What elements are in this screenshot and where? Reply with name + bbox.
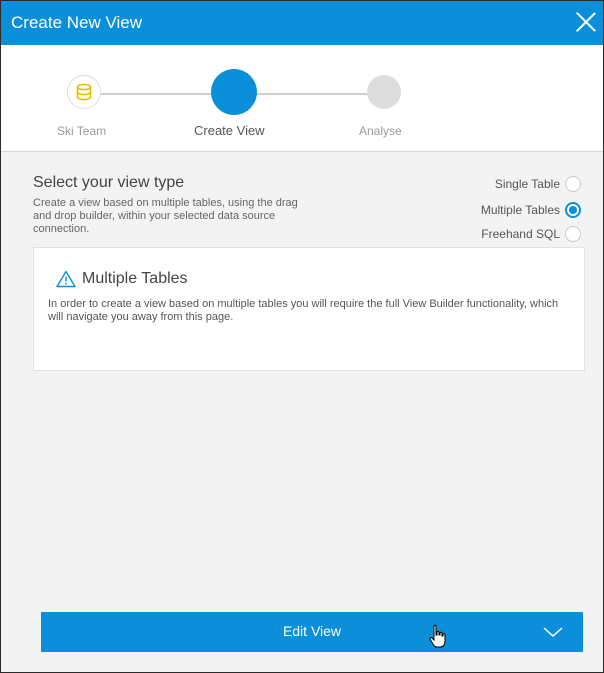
option-multiple-tables[interactable]: Multiple Tables — [481, 202, 581, 218]
progress-stepper: Ski Team Create View Analyse — [1, 45, 603, 152]
hand-cursor-icon — [429, 624, 446, 648]
view-type-heading: Select your view type — [33, 174, 185, 191]
stepper-connector — [257, 93, 367, 95]
step-label-ski-team: Ski Team — [57, 124, 107, 138]
edit-view-button[interactable]: Edit View — [41, 612, 583, 652]
dialog-title: Create New View — [11, 13, 143, 32]
dialog-titlebar: Create New View — [1, 1, 603, 45]
radio-button[interactable] — [565, 226, 581, 242]
option-single-table[interactable]: Single Table — [495, 176, 581, 192]
warning-icon — [56, 270, 76, 288]
database-icon — [76, 83, 92, 101]
chevron-down-icon[interactable] — [541, 620, 565, 644]
step-create-view[interactable] — [211, 69, 257, 115]
stepper-connector — [101, 93, 211, 95]
radio-button-selected[interactable] — [565, 202, 581, 218]
info-panel: Multiple Tables In order to create a vie… — [33, 247, 585, 371]
radio-button[interactable] — [565, 176, 581, 192]
step-label-create-view: Create View — [194, 123, 265, 138]
option-label: Multiple Tables — [480, 203, 560, 217]
info-panel-header: Multiple Tables — [56, 270, 188, 288]
step-label-analyse: Analyse — [359, 124, 402, 138]
step-ski-team[interactable] — [67, 75, 101, 109]
info-panel-title: Multiple Tables — [82, 270, 188, 287]
info-panel-text: In order to create a view based on multi… — [48, 298, 559, 323]
step-analyse[interactable] — [367, 75, 401, 109]
view-type-description: Create a view based on multiple tables, … — [33, 197, 298, 235]
close-icon[interactable] — [575, 11, 597, 33]
create-view-dialog: Create New View Ski Team Create View Ana… — [0, 0, 604, 673]
option-freehand-sql[interactable]: Freehand SQL — [481, 226, 581, 242]
option-label: Freehand SQL — [481, 227, 560, 241]
option-label: Single Table — [494, 177, 560, 191]
edit-view-label: Edit View — [282, 623, 342, 639]
